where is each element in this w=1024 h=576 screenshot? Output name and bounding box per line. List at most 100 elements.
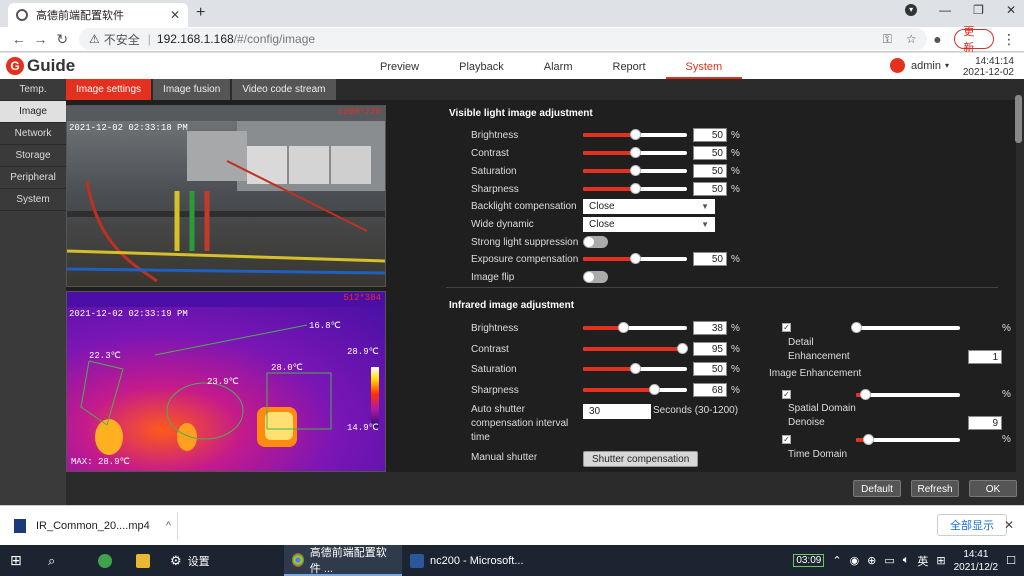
tab-image-settings[interactable]: Image settings [66, 79, 152, 100]
visible-sharpness-input[interactable]: 50 [693, 182, 727, 196]
image-enhancement-label: Image Enhancement [769, 368, 862, 379]
ir-saturation-slider[interactable] [583, 363, 687, 374]
minimize-icon[interactable]: — [939, 3, 951, 17]
ir-contrast-input[interactable]: 95 [693, 342, 727, 356]
tab-close-icon[interactable]: ✕ [170, 8, 180, 22]
taskbar-clock[interactable]: 14:41 2021/12/2 [954, 548, 999, 574]
bookmark-star-icon[interactable]: ☆ [906, 32, 917, 47]
tray-chevron-icon[interactable]: ⌃ [832, 554, 841, 567]
ir-contrast-slider[interactable] [583, 343, 688, 354]
detail-enhancement-input[interactable]: 1 [968, 350, 1002, 364]
sidebar-item-system[interactable]: System [0, 189, 66, 211]
timer-indicator[interactable]: 03:09 [793, 554, 825, 567]
reload-icon[interactable]: ↻ [51, 31, 73, 48]
update-button[interactable]: 更新 [954, 26, 994, 54]
new-tab-button[interactable]: + [196, 4, 205, 22]
sidebar-item-network[interactable]: Network [0, 123, 66, 145]
exposure-input[interactable]: 50 [693, 252, 727, 266]
chevron-up-icon[interactable]: ^ [166, 520, 171, 532]
notification-icon[interactable]: ☐ [1006, 554, 1016, 567]
window-controls: ▾ — ❐ ✕ [905, 3, 1016, 17]
visible-brightness-input[interactable]: 50 [693, 128, 727, 142]
ir-sharpness-input[interactable]: 68 [693, 383, 727, 397]
spatial-denoise-checkbox[interactable]: ✓ [782, 390, 791, 399]
tab-video-code-stream[interactable]: Video code stream [232, 79, 336, 100]
tray-app-icon[interactable]: ◉ [850, 554, 860, 567]
user-avatar-icon [890, 58, 905, 73]
visible-contrast-input[interactable]: 50 [693, 146, 727, 160]
chevron-down-icon: ▼ [701, 201, 709, 211]
search-icon[interactable]: ⌕ [48, 545, 55, 576]
url-input[interactable]: ⚠ 不安全 | 192.168.1.168 /#/config/image ⚿ … [79, 28, 927, 50]
close-window-icon[interactable]: ✕ [1006, 3, 1016, 17]
download-item[interactable]: IR_Common_20....mp4 ^ [8, 512, 178, 540]
ir-sharpness-slider[interactable] [583, 384, 687, 395]
chrome-taskbar-item[interactable]: 高德前端配置软件 ... [284, 545, 402, 576]
time-denoise-slider[interactable] [856, 434, 960, 445]
image-flip-toggle[interactable] [583, 271, 608, 283]
close-download-bar-icon[interactable]: ✕ [1004, 518, 1014, 532]
visible-brightness-slider[interactable] [583, 129, 687, 140]
sidebar-item-storage[interactable]: Storage [0, 145, 66, 167]
settings-scrollbar[interactable] [1015, 95, 1022, 143]
exposure-slider[interactable] [583, 253, 687, 264]
auto-shutter-input[interactable]: 30 [583, 404, 651, 419]
ir-brightness-slider[interactable] [583, 322, 687, 333]
time-denoise-checkbox[interactable]: ✓ [782, 435, 791, 444]
windows-start-icon[interactable]: ⊞ [10, 545, 22, 576]
show-all-downloads-button[interactable]: 全部显示 [937, 514, 1007, 536]
forward-icon[interactable]: → [30, 31, 52, 47]
ir-saturation-input[interactable]: 50 [693, 362, 727, 376]
chevron-down-icon: ▼ [701, 219, 709, 229]
file-explorer-icon[interactable] [136, 545, 156, 576]
nav-preview[interactable]: Preview [360, 53, 439, 79]
nav-playback[interactable]: Playback [439, 53, 524, 79]
nav-system[interactable]: System [665, 53, 743, 79]
ir-brightness-input[interactable]: 38 [693, 321, 727, 335]
exposure-label: Exposure compensation [471, 253, 579, 265]
download-status-icon[interactable]: ▾ [905, 4, 918, 16]
gear-icon: ⚙ [170, 552, 182, 568]
wide-dynamic-select[interactable]: Close ▼ [583, 216, 715, 232]
restore-icon[interactable]: ❐ [973, 3, 984, 17]
visible-video-pane: 1280*720 2021-12-02 02:33:18 PM [66, 105, 386, 287]
detail-enhancement-label: Detail Enhancement [788, 336, 850, 364]
tab-image-fusion[interactable]: Image fusion [153, 79, 231, 100]
profile-icon[interactable]: ● [927, 31, 949, 47]
nav-alarm[interactable]: Alarm [524, 53, 593, 79]
visible-saturation-input[interactable]: 50 [693, 164, 727, 178]
app-icon-green[interactable] [98, 545, 118, 576]
visible-saturation-slider[interactable] [583, 165, 687, 176]
strong-light-toggle[interactable] [583, 236, 608, 248]
detail-enhancement-checkbox[interactable]: ✓ [782, 323, 791, 332]
ir-label-line-max: 16.8℃ [309, 321, 341, 331]
settings-taskbar-item[interactable]: ⚙ 设置 [170, 545, 210, 576]
shutter-compensation-button[interactable]: Shutter compensation [583, 451, 699, 467]
volume-icon[interactable]: 🔈︎ [903, 554, 910, 567]
user-menu[interactable]: admin ▾ [890, 58, 949, 73]
refresh-button[interactable]: Refresh [911, 480, 959, 497]
browser-tab[interactable]: 高德前端配置软件 ✕ [8, 3, 188, 27]
key-icon[interactable]: ⚿ [883, 32, 892, 47]
visible-sharpness-slider[interactable] [583, 183, 687, 194]
battery-icon[interactable]: ▭ [884, 554, 894, 567]
detail-enhancement-slider[interactable] [851, 322, 960, 333]
ok-button[interactable]: OK [969, 480, 1017, 497]
visible-contrast-slider[interactable] [583, 147, 687, 158]
spatial-denoise-slider[interactable] [856, 389, 960, 400]
word-taskbar-item[interactable]: nc200 - Microsoft... [410, 545, 524, 576]
ime-indicator[interactable]: 英 [917, 553, 928, 569]
sidebar-item-image[interactable]: Image [0, 101, 66, 123]
backlight-select[interactable]: Close ▼ [583, 198, 715, 214]
sidebar-item-peripheral[interactable]: Peripheral [0, 167, 66, 189]
spatial-denoise-input[interactable]: 9 [968, 416, 1002, 430]
back-icon[interactable]: ← [8, 31, 30, 47]
nav-report[interactable]: Report [593, 53, 666, 79]
default-button[interactable]: Default [853, 480, 901, 497]
ir-saturation-label: Saturation [471, 363, 517, 375]
tray-grid-icon[interactable]: ⊞ [936, 554, 945, 567]
detail-label-line2: Enhancement [788, 351, 850, 362]
sidebar-item-temp[interactable]: Temp. [0, 79, 66, 101]
browser-menu-icon[interactable]: ⋮ [1002, 31, 1016, 48]
network-icon[interactable]: ⊕ [867, 554, 876, 567]
